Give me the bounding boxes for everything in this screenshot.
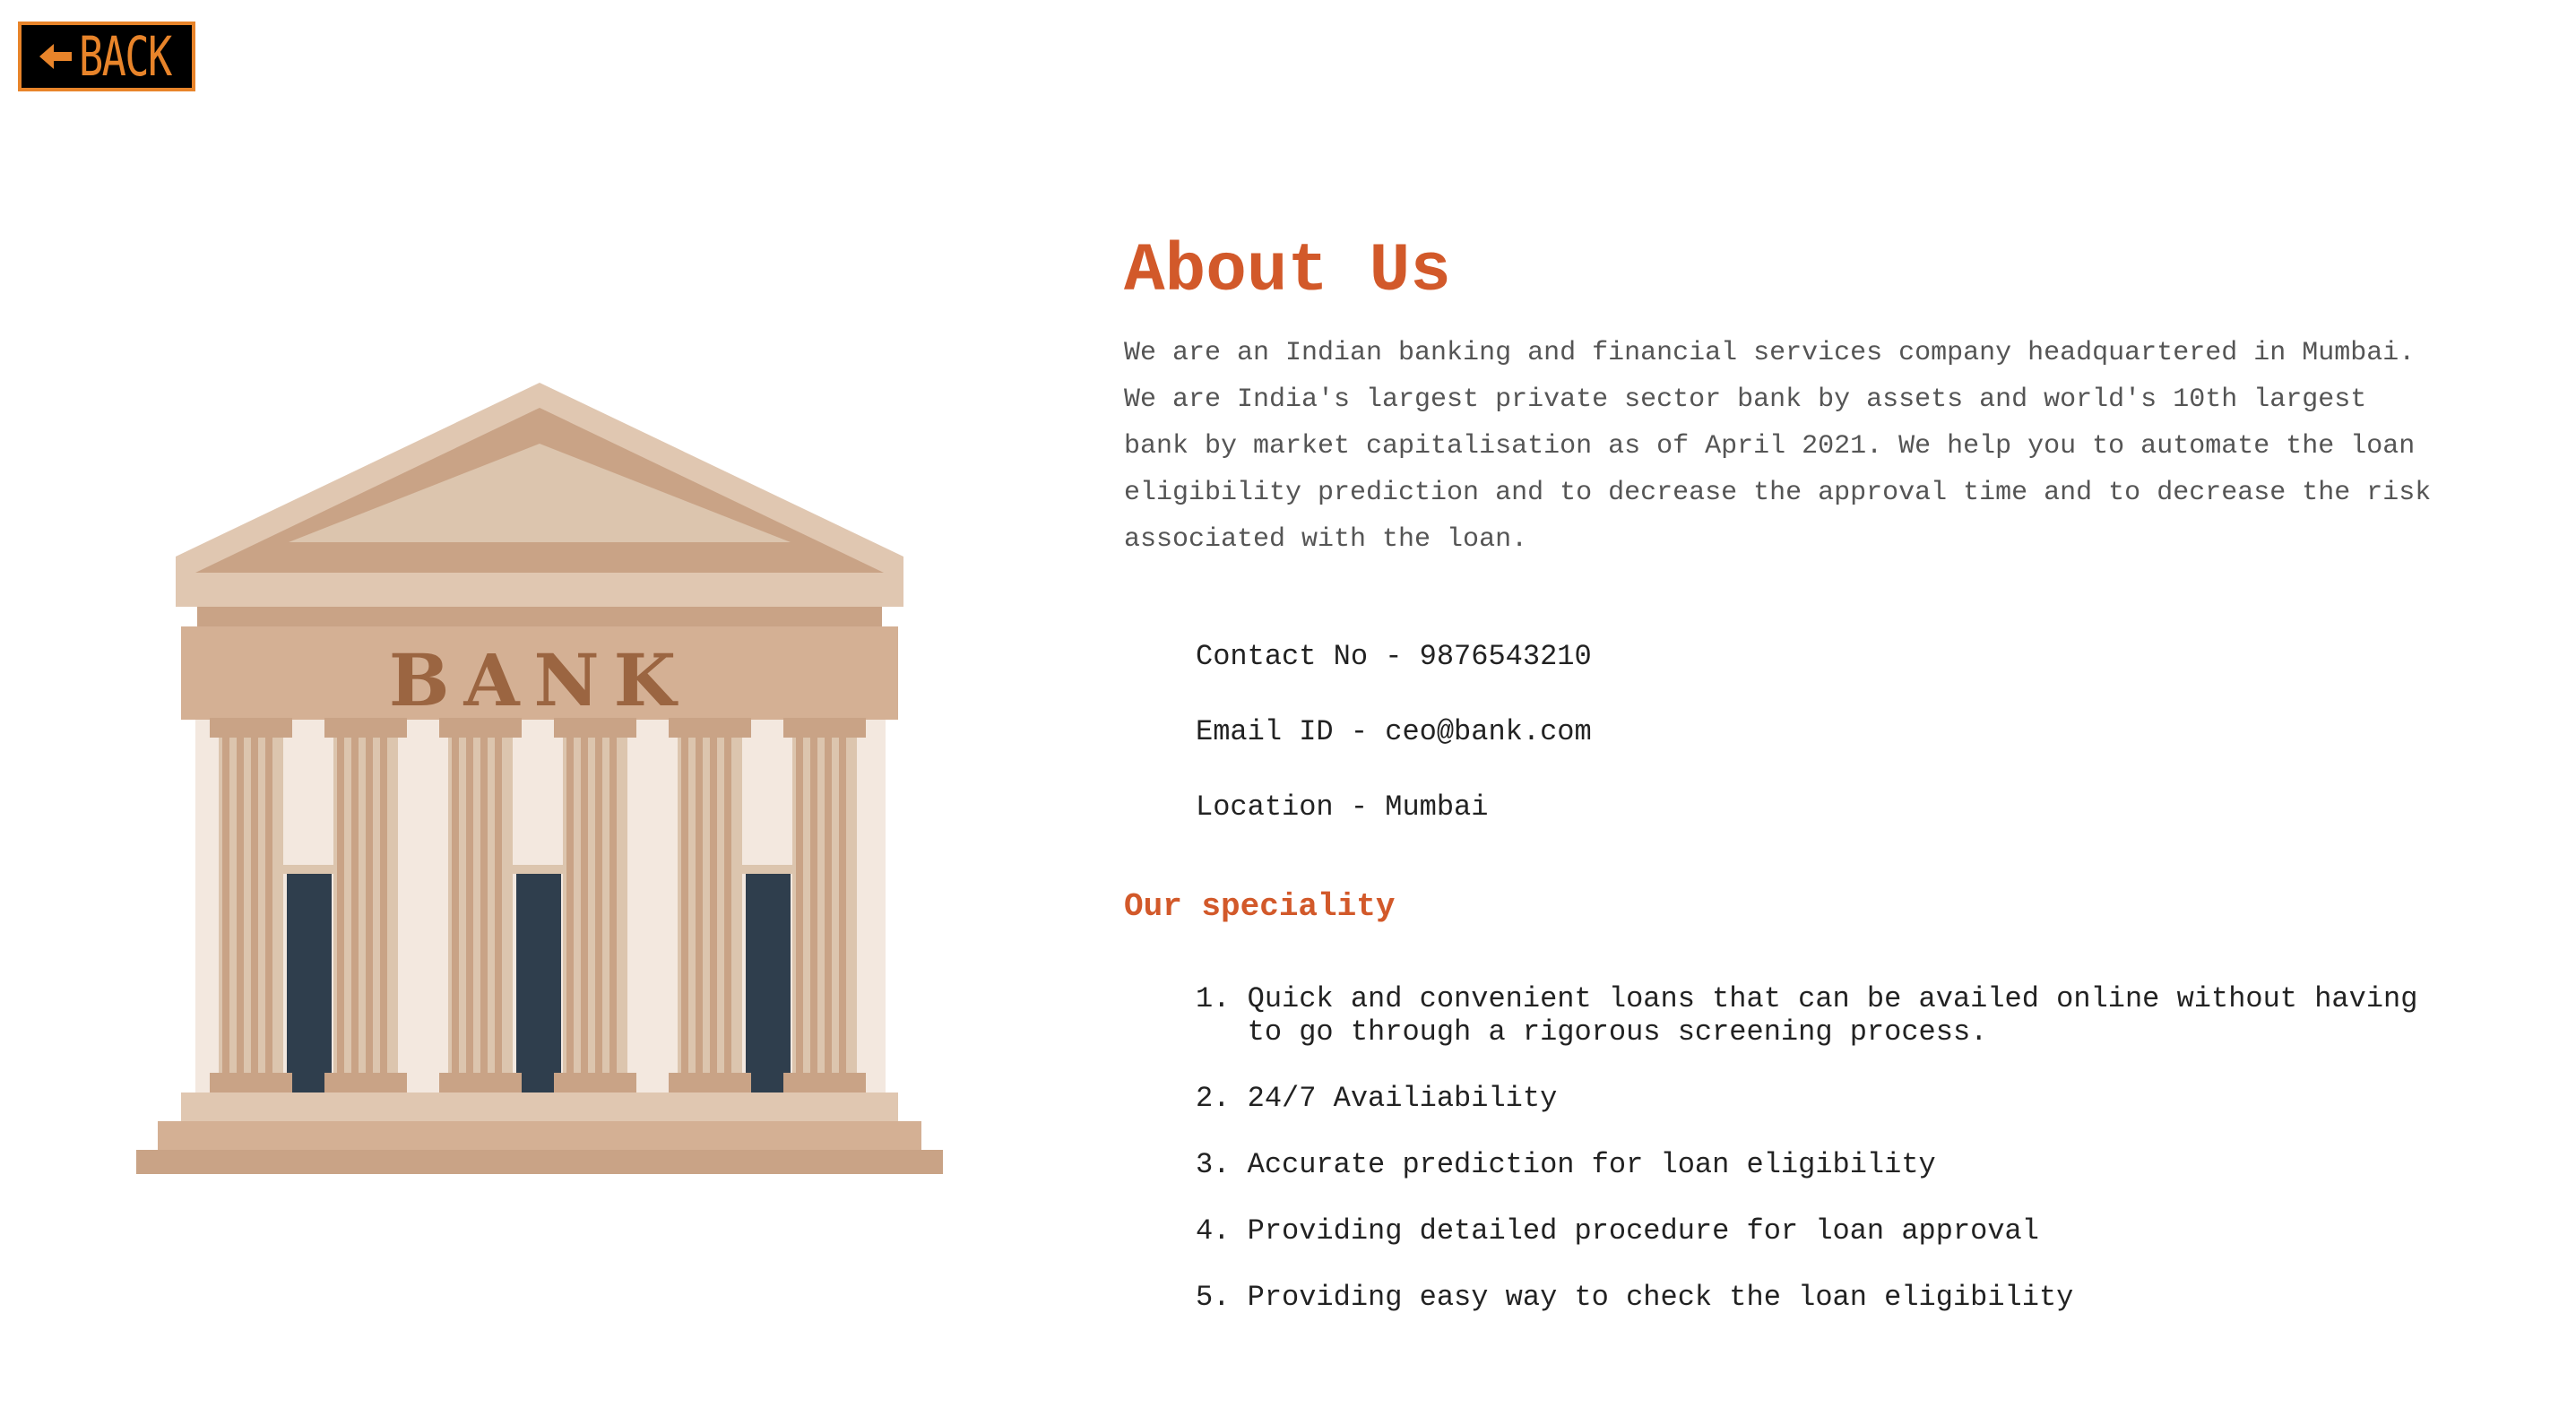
speciality-title: Our speciality [1124,888,1396,925]
list-item-number: 2. [1196,1082,1248,1115]
column [669,718,751,1092]
list-item: 5. Providing easy way to check the loan … [1196,1281,2451,1314]
column [439,718,522,1092]
list-item-number: 1. [1196,982,1248,1015]
list-item: 3. Accurate prediction for loan eligibil… [1196,1148,2451,1181]
list-item-number: 4. [1196,1214,1248,1248]
column [783,718,866,1092]
contact-location: Location - Mumbai [1196,790,1489,824]
contact-email: Email ID - ceo@bank.com [1196,715,1592,748]
list-item-number: 5. [1196,1281,1248,1314]
list-item-text: Quick and convenient loans that can be a… [1247,982,2418,1049]
contact-phone: Contact No - 9876543210 [1196,640,1592,673]
list-item-text: Accurate prediction for loan eligibility [1247,1148,1936,1181]
list-item-text: 24/7 Availiability [1247,1082,1558,1115]
list-item: 1. Quick and convenient loans that can b… [1196,982,2451,1049]
list-item: 2. 24/7 Availiability [1196,1082,2451,1115]
column [554,718,636,1092]
list-item-number: 3. [1196,1148,1248,1181]
left-arrow-icon [39,44,73,69]
column [324,718,407,1092]
contact-list: Contact No - 9876543210 Email ID - ceo@b… [1196,640,2451,825]
column [210,718,292,1092]
about-section: About Us We are an Indian banking and fi… [1124,233,2451,1347]
list-item-text: Providing detailed procedure for loan ap… [1247,1214,2039,1248]
page-title: About Us [1124,233,1451,310]
speciality-list: 1. Quick and convenient loans that can b… [1196,982,2451,1314]
list-item: 4. Providing detailed procedure for loan… [1196,1214,2451,1248]
about-description: We are an Indian banking and financial s… [1124,338,2432,555]
back-button[interactable]: BACK [18,22,195,91]
bank-building-icon: BANK [136,383,943,1174]
back-button-label: BACK [79,24,172,89]
bank-sign-text: BANK [389,638,690,722]
list-item-text: Providing easy way to check the loan eli… [1247,1281,2074,1314]
